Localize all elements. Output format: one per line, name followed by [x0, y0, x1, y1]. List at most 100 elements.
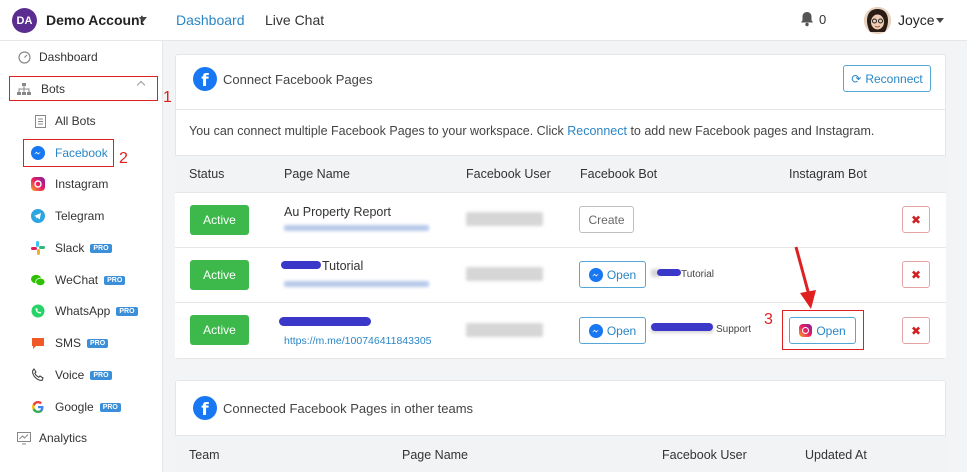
column-header: Page Name — [284, 167, 351, 181]
sidebar-item-telegram[interactable]: Telegram — [0, 202, 163, 230]
top-bar: DA Demo Account Dashboard Live Chat 0 Jo… — [0, 0, 967, 41]
pro-badge: PRO — [104, 276, 126, 286]
pro-badge: PRO — [116, 307, 138, 317]
sidebar-item-all-bots[interactable]: All Bots — [0, 107, 163, 135]
status-badge[interactable]: Active — [190, 315, 249, 345]
sidebar-item-label: WeChat — [55, 273, 99, 287]
redaction-scribble — [651, 323, 713, 331]
column-header: Updated At — [805, 448, 867, 462]
notification-count: 0 — [819, 12, 827, 27]
user-name[interactable]: Joyce — [898, 12, 935, 28]
sidebar-item-analytics[interactable]: Analytics — [0, 424, 163, 452]
slack-icon — [31, 241, 45, 255]
table-header: Status Page Name Facebook User Facebook … — [175, 155, 946, 193]
sidebar-item-whatsapp[interactable]: WhatsApp PRO — [0, 297, 163, 325]
bot-name: Support — [716, 324, 752, 335]
open-bot-button[interactable]: Open — [579, 261, 646, 288]
column-header: Page Name — [402, 448, 469, 462]
page-link[interactable]: https://m.me/100746411843305 — [284, 335, 432, 347]
sidebar-item-label: SMS — [55, 336, 82, 350]
messenger-icon — [588, 267, 603, 282]
info-text: You can connect multiple Facebook Pages … — [189, 124, 874, 138]
annotation-box — [9, 76, 158, 101]
reconnect-link[interactable]: Reconnect — [567, 124, 627, 138]
status-badge[interactable]: Active — [190, 260, 249, 290]
nav-live-chat[interactable]: Live Chat — [265, 12, 324, 28]
info-suffix: to add new Facebook pages and Instagram. — [626, 124, 875, 138]
column-header: Status — [189, 167, 225, 181]
sidebar-item-label: Telegram — [55, 209, 105, 223]
sidebar-item-slack[interactable]: Slack PRO — [0, 234, 163, 262]
open-bot-button[interactable]: Open — [579, 317, 646, 344]
pro-badge: PRO — [90, 371, 112, 381]
sidebar-item-label: Instagram — [55, 177, 109, 191]
page-name: Tutorial — [322, 259, 364, 273]
bell-icon[interactable] — [800, 11, 814, 30]
table-row: Active Au Property Report Create ✖ — [175, 193, 946, 248]
dashboard-icon — [17, 50, 31, 64]
account-name[interactable]: Demo Account — [46, 12, 144, 28]
redaction-scribble — [279, 317, 371, 326]
button-label: Reconnect — [865, 71, 923, 86]
chevron-down-icon[interactable] — [139, 17, 147, 22]
table-row: Active Tutorial Open Tutorial ✖ — [175, 248, 946, 303]
delete-button[interactable]: ✖ — [902, 317, 930, 344]
sidebar-item-sms[interactable]: SMS PRO — [0, 329, 163, 357]
card-title: Connected Facebook Pages in other teams — [223, 401, 474, 416]
sidebar-item-google[interactable]: Google PRO — [0, 393, 163, 421]
nav-dashboard[interactable]: Dashboard — [176, 12, 245, 28]
sidebar-item-label: Analytics — [39, 431, 88, 445]
sidebar-item-instagram[interactable]: Instagram — [0, 170, 163, 198]
account-avatar[interactable]: DA — [12, 8, 37, 33]
card-title: Connect Facebook Pages — [223, 72, 373, 87]
divider — [175, 109, 946, 110]
analytics-icon — [17, 431, 31, 445]
chevron-down-icon[interactable] — [936, 18, 944, 23]
redacted-link — [284, 281, 429, 287]
annotation-box — [23, 139, 114, 167]
close-icon: ✖ — [910, 267, 922, 282]
sidebar-item-dashboard[interactable]: Dashboard — [0, 43, 163, 71]
instagram-icon — [31, 177, 45, 191]
user-avatar[interactable] — [864, 7, 891, 34]
delete-button[interactable]: ✖ — [902, 261, 930, 288]
sidebar-item-label: Google — [55, 400, 94, 414]
delete-button[interactable]: ✖ — [902, 206, 930, 233]
create-bot-button[interactable]: Create — [579, 206, 634, 233]
column-header: Team — [189, 448, 220, 462]
annotation-number: 2 — [119, 150, 128, 167]
facebook-icon: f — [193, 396, 217, 420]
sms-icon — [31, 336, 45, 350]
sidebar-item-wechat[interactable]: WeChat PRO — [0, 266, 163, 294]
sidebar-item-label: Dashboard — [39, 50, 98, 64]
sidebar-item-voice[interactable]: Voice PRO — [0, 361, 163, 389]
sidebar-item-label: Slack — [55, 241, 85, 255]
button-label: Open — [606, 323, 637, 338]
status-badge[interactable]: Active — [190, 205, 249, 235]
annotation-arrow — [794, 246, 816, 309]
info-prefix: You can connect multiple Facebook Pages … — [189, 124, 568, 138]
redacted-facebook-user — [466, 212, 543, 226]
wechat-icon — [31, 273, 45, 287]
voice-icon — [31, 368, 45, 382]
page-name: Au Property Report — [284, 205, 391, 219]
column-header: Facebook User — [662, 448, 747, 462]
refresh-icon: ⟳ — [851, 71, 862, 86]
reconnect-button[interactable]: ⟳ Reconnect — [843, 65, 931, 92]
annotation-box — [782, 310, 864, 350]
messenger-icon — [588, 323, 603, 338]
pro-badge: PRO — [90, 244, 112, 254]
sidebar: Dashboard Bots All Bots Facebook Instagr… — [0, 41, 163, 472]
button-label: Open — [606, 267, 637, 282]
column-header: Instagram Bot — [789, 167, 867, 181]
redaction-scribble — [657, 269, 681, 276]
redaction-scribble — [281, 261, 321, 269]
redacted-facebook-user — [466, 267, 543, 281]
document-icon — [33, 114, 47, 128]
google-icon — [31, 400, 45, 414]
column-header: Facebook User — [466, 167, 551, 181]
whatsapp-icon — [31, 304, 45, 318]
annotation-number: 3 — [764, 311, 773, 328]
bot-name: Tutorial — [681, 269, 714, 280]
sidebar-item-label: Voice — [55, 368, 85, 382]
